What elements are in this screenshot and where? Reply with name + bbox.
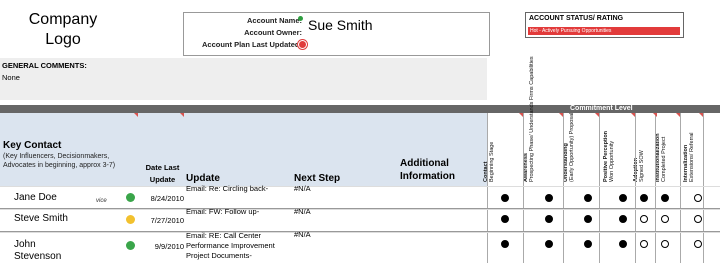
additional-information-header: Additional Information — [400, 158, 455, 182]
contact-name[interactable]: Steve Smith — [14, 213, 68, 224]
next-step-header: Next Step — [294, 173, 341, 184]
update-header: Update — [186, 173, 220, 184]
comment-marker-icon — [699, 113, 703, 117]
table-row[interactable]: Steve Smith 7/27/2010 Email: FW: Follow … — [0, 207, 720, 233]
commitment-level-label: Commitment Level — [570, 105, 633, 112]
key-contact-subheader: (Key Influencers, Decisionmakers, Advoca… — [3, 153, 116, 169]
account-plan-updated-label: Account Plan Last Updated: — [201, 40, 302, 49]
comment-marker-icon — [559, 113, 563, 117]
row-divider — [0, 208, 720, 209]
update-text[interactable]: Email: RE: Call Center Performance Impro… — [186, 231, 294, 261]
plan-updated-indicator-icon — [298, 40, 307, 49]
account-status-title: ACCOUNT STATUS/ RATING — [529, 15, 624, 22]
account-status-box: ACCOUNT STATUS/ RATING Hot - Actively Pu… — [525, 12, 684, 38]
account-name-label: Account Name: — [246, 16, 302, 25]
commitment-columns-header: Contact Beginning Stage Awareness Prospect… — [483, 56, 720, 263]
row-divider — [0, 231, 720, 232]
col-positive-perception-sub: Won Opportunity — [609, 140, 615, 182]
col-adoption-sub: Signed SOW — [639, 150, 645, 182]
col-understanding: Understanding (Early Opportunity) Proposa… — [563, 112, 603, 186]
contact-name[interactable]: Jane Doe — [14, 192, 57, 203]
level-filled-icon — [545, 215, 553, 223]
level-empty-icon — [694, 215, 702, 223]
col-contact: Contact Beginning Stage — [483, 113, 523, 186]
general-comments-box: GENERAL COMMENTS: None — [0, 58, 487, 100]
next-step-value[interactable]: #N/A — [294, 184, 311, 193]
col-contact-sub: Beginning Stage — [489, 141, 495, 182]
account-owner-label: Account Owner: — [244, 28, 302, 37]
level-empty-icon — [694, 240, 702, 248]
account-status-value[interactable]: Hot - Actively Pursuing Opportunities — [528, 27, 680, 35]
comment-marker-icon — [134, 113, 138, 117]
comment-marker-icon — [676, 113, 680, 117]
level-empty-icon — [694, 194, 702, 202]
comment-marker-icon — [180, 113, 184, 117]
contact-name[interactable]: John Stevenson — [14, 239, 61, 263]
general-comments-value[interactable]: None — [2, 73, 20, 82]
level-filled-icon — [640, 194, 648, 202]
level-filled-icon — [584, 194, 592, 202]
level-empty-icon — [661, 240, 669, 248]
company-logo: Company Logo — [28, 11, 98, 48]
col-awareness: Awareness Prospecting Phase/ Understands … — [523, 56, 563, 186]
status-dot-icon — [126, 241, 135, 250]
level-filled-icon — [501, 240, 509, 248]
level-filled-icon — [545, 194, 553, 202]
comment-marker-icon — [595, 113, 599, 117]
col-understanding-sub: (Early Opportunity) Proposal — [569, 112, 575, 182]
update-text[interactable]: Email: Re: Circling back- — [186, 184, 294, 194]
level-filled-icon — [501, 194, 509, 202]
col-awareness-sub: Prospecting Phase/ Understands Firms Cap… — [529, 56, 535, 182]
level-filled-icon — [619, 240, 627, 248]
last-update-date[interactable]: 8/24/2010 — [140, 194, 184, 203]
level-empty-icon — [640, 240, 648, 248]
account-name-value[interactable]: Sue Smith — [308, 17, 373, 33]
level-filled-icon — [619, 194, 627, 202]
comment-marker-icon — [519, 113, 523, 117]
col-institutionalization-sub: Completed Project — [661, 136, 667, 182]
level-filled-icon — [584, 240, 592, 248]
level-filled-icon — [584, 215, 592, 223]
level-filled-icon — [619, 215, 627, 223]
status-dot-icon — [126, 215, 135, 224]
key-contact-header: Key Contact — [3, 140, 62, 151]
level-empty-icon — [640, 215, 648, 223]
status-dot-icon — [126, 193, 135, 202]
level-filled-icon — [661, 194, 669, 202]
level-filled-icon — [501, 215, 509, 223]
level-filled-icon — [545, 240, 553, 248]
level-empty-icon — [661, 215, 669, 223]
date-last-update-header: Date Last Update — [145, 163, 180, 184]
comment-marker-icon — [631, 113, 635, 117]
account-name-indicator-icon — [298, 16, 303, 21]
general-comments-title: GENERAL COMMENTS: — [2, 61, 87, 70]
account-info-box: Account Name: Sue Smith Account Owner: A… — [183, 12, 490, 56]
last-update-date[interactable]: 7/27/2010 — [140, 216, 184, 225]
overflow-text: vice — [96, 198, 107, 204]
comment-marker-icon — [653, 113, 657, 117]
col-internalization-sub: Extensions/ Referral — [689, 132, 695, 182]
table-row[interactable]: Jane Doe 8/24/2010 Email: Re: Circling b… — [0, 184, 720, 210]
last-update-date[interactable]: 9/9/2010 — [140, 242, 184, 251]
table-row[interactable]: John Stevenson 9/9/2010 Email: RE: Call … — [0, 230, 720, 266]
